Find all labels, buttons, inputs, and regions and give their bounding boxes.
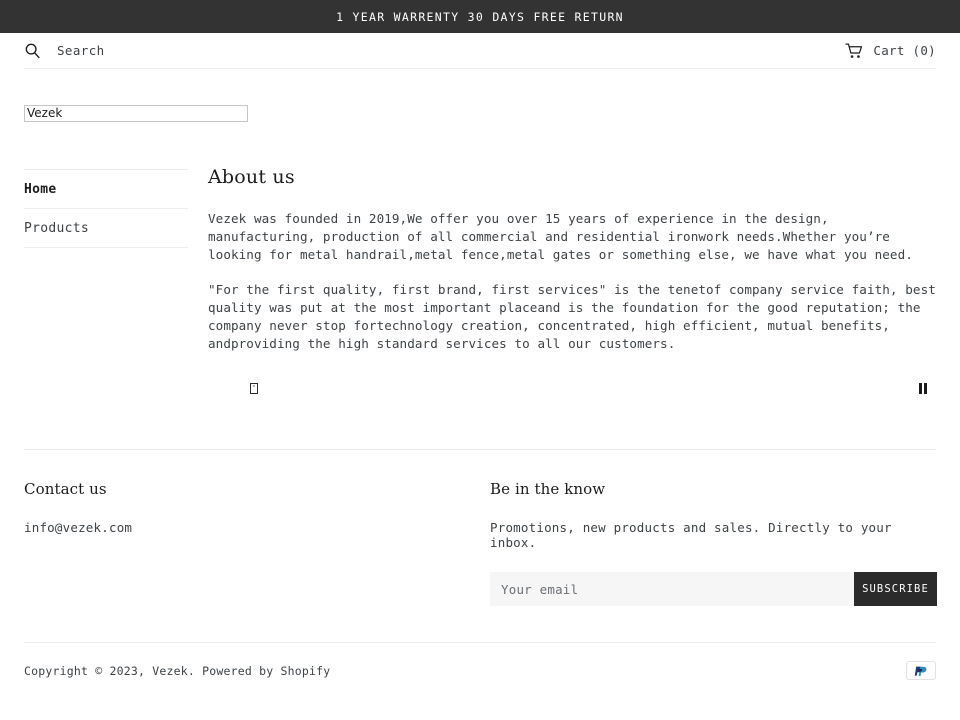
contact-email[interactable]: info@vezek.com — [24, 520, 490, 535]
footer-newsletter-block: Be in the know Promotions, new products … — [490, 480, 937, 607]
about-text-block: Vezek was founded in 2019,We offer you o… — [208, 210, 936, 353]
pause-bar-left — [919, 382, 922, 394]
site-header: Search Cart (0) — [24, 33, 936, 69]
sidebar-nav-list: Home Products — [24, 169, 188, 248]
slideshow-controls: ☒ — [208, 377, 936, 407]
pause-icon[interactable] — [916, 381, 930, 395]
cart-icon[interactable] — [845, 43, 864, 59]
search-icon[interactable] — [24, 42, 41, 59]
header-search-group[interactable]: Search — [24, 42, 105, 59]
site-footer: Contact us info@vezek.com Be in the know… — [24, 449, 937, 607]
newsletter-email-input[interactable] — [490, 572, 854, 607]
newsletter-title: Be in the know — [490, 480, 606, 499]
missing-glyph-char: ☒ — [252, 384, 256, 389]
announcement-text: 1 YEAR WARRENTY 30 DAYS FREE RETURN — [336, 9, 624, 24]
missing-glyph-icon[interactable]: ☒ — [250, 383, 258, 395]
cart-link[interactable]: Cart (0) — [845, 43, 936, 59]
site-logo[interactable]: Vezek — [24, 102, 960, 122]
cart-count-label[interactable]: Cart (0) — [873, 43, 936, 58]
about-paragraph-1: Vezek was founded in 2019,We offer you o… — [208, 211, 913, 263]
content-area: Home Products About us Vezek was founded… — [24, 122, 936, 407]
subscribe-button[interactable]: SUBSCRIBE — [854, 572, 937, 607]
sidebar-nav: Home Products — [24, 166, 188, 248]
copyright-text[interactable]: Copyright © 2023, Vezek. Powered by Shop… — [24, 664, 330, 678]
main-column: About us Vezek was founded in 2019,We of… — [188, 166, 936, 407]
paypal-icon — [906, 661, 936, 681]
newsletter-form: SUBSCRIBE — [490, 572, 937, 607]
about-paragraph-2: "For the first quality, first brand, fir… — [208, 281, 936, 352]
contact-title: Contact us — [24, 480, 107, 499]
announcement-bar: 1 YEAR WARRENTY 30 DAYS FREE RETURN — [0, 0, 960, 33]
footer-bottom-bar: Copyright © 2023, Vezek. Powered by Shop… — [24, 642, 936, 681]
logo-broken-image-alt[interactable]: Vezek — [24, 105, 248, 122]
footer-contact-block: Contact us info@vezek.com — [24, 480, 490, 606]
pause-bar-right — [924, 382, 927, 394]
newsletter-description: Promotions, new products and sales. Dire… — [490, 520, 892, 551]
page-title: About us — [208, 166, 295, 188]
page-root: 1 YEAR WARRENTY 30 DAYS FREE RETURN Sear… — [0, 0, 960, 720]
search-input[interactable]: Search — [57, 43, 105, 58]
sidebar-item-home[interactable]: Home — [24, 170, 188, 209]
sidebar-item-products[interactable]: Products — [24, 209, 188, 248]
